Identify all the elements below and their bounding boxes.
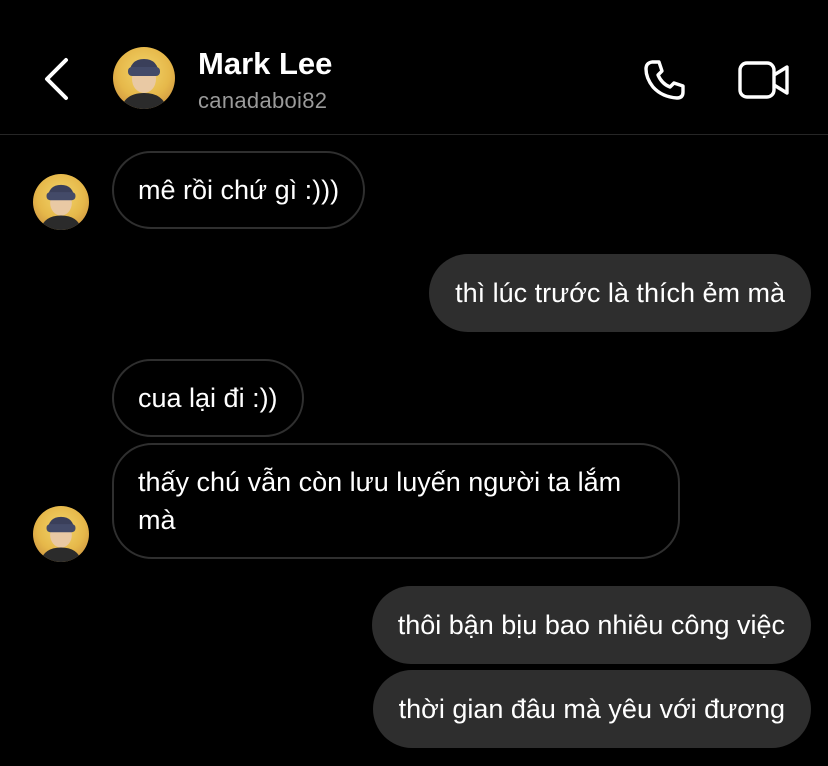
message-bubble-incoming[interactable]: mê rồi chứ gì :))) (112, 151, 366, 229)
video-camera-icon (738, 61, 789, 99)
message-bubble-outgoing[interactable]: thì lúc trước là thích ẻm mà (429, 254, 811, 332)
sender-avatar[interactable] (33, 174, 89, 230)
video-call-button[interactable] (736, 56, 792, 104)
phone-icon (644, 60, 685, 100)
sender-avatar[interactable] (33, 506, 89, 562)
audio-call-button[interactable] (638, 54, 690, 106)
message-bubble-incoming[interactable]: cua lại đi :)) (112, 359, 304, 437)
message-bubble-outgoing[interactable]: thời gian đâu mà yêu với đương (372, 670, 811, 748)
chevron-left-icon (45, 58, 68, 100)
avatar[interactable] (113, 47, 175, 109)
contact-name[interactable]: Mark Lee (198, 46, 332, 82)
back-button[interactable] (34, 52, 78, 106)
chat-screen: Mark Lee canadaboi82 mê rồi chứ gì:))) … (0, 0, 828, 766)
contact-username: canadaboi82 (198, 88, 328, 113)
message-bubble-outgoing[interactable]: thôi bận bịu bao nhiêu công việc (371, 586, 811, 664)
chat-header: Mark Lee canadaboi82 (0, 0, 828, 135)
message-bubble-incoming[interactable]: thấy chú vẫn còn lưu luyến người ta lắm … (112, 443, 680, 559)
